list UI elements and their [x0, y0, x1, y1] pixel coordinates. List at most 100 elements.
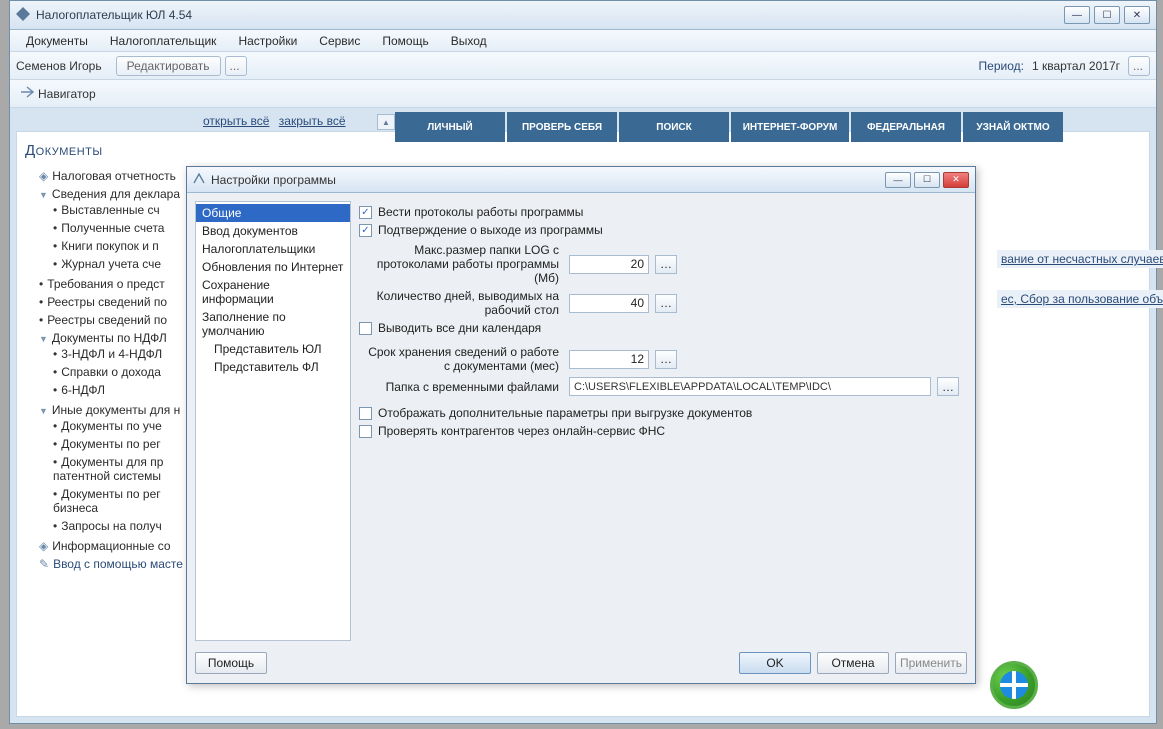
checkbox-protocol[interactable]: ✓	[359, 206, 372, 219]
menu-service[interactable]: Сервис	[309, 32, 370, 50]
category-defaults[interactable]: Заполнение по умолчанию	[196, 308, 350, 340]
dialog-minimize-button[interactable]: —	[885, 172, 911, 188]
period-picker-button[interactable]: ...	[1128, 56, 1150, 76]
close-button[interactable]: ✕	[1124, 6, 1150, 24]
tabs-scroll-up-button[interactable]: ▲	[377, 114, 395, 130]
tree-item[interactable]: ✎Ввод с помощью масте	[39, 555, 187, 573]
tree-item[interactable]: •3-НДФЛ и 4-НДФЛ	[53, 345, 187, 363]
checkbox-all-days[interactable]	[359, 322, 372, 335]
tree-item[interactable]: •6-НДФЛ	[53, 381, 187, 399]
label-extra-params: Отображать дополнительные параметры при …	[378, 406, 752, 420]
user-name: Семенов Игорь	[16, 59, 102, 73]
tree-item[interactable]: •Реестры сведений по	[39, 311, 187, 329]
minimize-button[interactable]: —	[1064, 6, 1090, 24]
menu-settings[interactable]: Настройки	[228, 32, 307, 50]
tab-federal[interactable]: ФЕДЕРАЛЬНАЯ	[851, 112, 961, 142]
label-all-days: Выводить все дни календаря	[378, 321, 541, 335]
spinner-months[interactable]: …	[655, 350, 677, 369]
brand-badge	[990, 661, 1038, 709]
background-row-2[interactable]: ес, Сбор за пользование объекта	[997, 290, 1163, 308]
period-value: 1 квартал 2017г	[1032, 59, 1120, 73]
menu-exit[interactable]: Выход	[441, 32, 497, 50]
close-all-link[interactable]: закрыть всё	[279, 114, 346, 128]
tree-item[interactable]: •Документы для пр патентной системы	[53, 453, 187, 485]
settings-form: ✓ Вести протоколы работы программы ✓ Под…	[359, 201, 967, 641]
cancel-button[interactable]: Отмена	[817, 652, 889, 674]
tree-item[interactable]: ◈Информационные со	[39, 537, 187, 555]
tree-item[interactable]: •Запросы на получ	[53, 517, 187, 535]
label-log-max: Макс.размер папки LOG с протоколами рабо…	[359, 243, 559, 285]
category-rep-fl[interactable]: Представитель ФЛ	[196, 358, 350, 376]
settings-dialog: Настройки программы — ☐ ✕ Общие Ввод док…	[186, 166, 976, 684]
period-label: Период:	[979, 59, 1024, 73]
tree-item[interactable]: ▼Сведения для деклара •Выставленные сч •…	[39, 185, 187, 275]
tree-item[interactable]: •Документы по рег бизнеса	[53, 485, 187, 517]
input-days[interactable]: 40	[569, 294, 649, 313]
maximize-button[interactable]: ☐	[1094, 6, 1120, 24]
sidebar-title: Документы	[25, 142, 187, 159]
browse-temp-button[interactable]: …	[937, 377, 959, 396]
menu-help[interactable]: Помощь	[372, 32, 438, 50]
category-general[interactable]: Общие	[196, 204, 350, 222]
tree-item[interactable]: ▼Иные документы для н •Документы по уче …	[39, 401, 187, 537]
navigator-label: Навигатор	[38, 87, 96, 101]
checkbox-extra-params[interactable]	[359, 407, 372, 420]
tab-personal[interactable]: ЛИЧНЫЙ	[395, 112, 505, 142]
documents-sidebar: Документы ◈Налоговая отчетность ▼Сведени…	[17, 132, 195, 583]
dialog-icon	[193, 172, 205, 187]
tab-search[interactable]: ПОИСК	[619, 112, 729, 142]
ok-button[interactable]: OK	[739, 652, 811, 674]
tree-item[interactable]: •Реестры сведений по	[39, 293, 187, 311]
label-months: Срок хранения сведений о работе с докуме…	[359, 345, 559, 373]
spinner-log-max[interactable]: …	[655, 255, 677, 274]
dialog-title: Настройки программы	[211, 173, 882, 187]
input-months[interactable]: 12	[569, 350, 649, 369]
tree-item[interactable]: •Журнал учета сче	[53, 255, 187, 273]
apply-button[interactable]: Применить	[895, 652, 967, 674]
tab-check[interactable]: ПРОВЕРЬ СЕБЯ	[507, 112, 617, 142]
tab-forum[interactable]: ИНТЕРНЕТ-ФОРУМ	[731, 112, 849, 142]
open-all-link[interactable]: открыть всё	[203, 114, 269, 128]
category-updates[interactable]: Обновления по Интернет	[196, 258, 350, 276]
menu-taxpayer[interactable]: Налогоплательщик	[100, 32, 227, 50]
menubar: Документы Налогоплательщик Настройки Сер…	[10, 30, 1156, 52]
tree-item[interactable]: •Книги покупок и п	[53, 237, 187, 255]
tree-item[interactable]: •Документы по уче	[53, 417, 187, 435]
tab-oktmo[interactable]: УЗНАЙ ОКТМО	[963, 112, 1063, 142]
background-row-1[interactable]: вание от несчастных случаев на	[997, 250, 1163, 268]
dialog-close-button[interactable]: ✕	[943, 172, 969, 188]
tree-item[interactable]: •Выставленные сч	[53, 201, 187, 219]
input-log-max[interactable]: 20	[569, 255, 649, 274]
tree-item[interactable]: •Документы по рег	[53, 435, 187, 453]
user-toolbar: Семенов Игорь Редактировать ... Период: …	[10, 52, 1156, 80]
label-fns-check: Проверять контрагентов через онлайн-серв…	[378, 424, 665, 438]
tree-item[interactable]: •Требования о предст	[39, 275, 187, 293]
edit-button[interactable]: Редактировать	[116, 56, 221, 76]
checkbox-confirm-exit[interactable]: ✓	[359, 224, 372, 237]
category-rep-ul[interactable]: Представитель ЮЛ	[196, 340, 350, 358]
tree-item[interactable]: •Полученные счета	[53, 219, 187, 237]
navigator-icon	[20, 86, 34, 101]
help-button[interactable]: Помощь	[195, 652, 267, 674]
edit-more-button[interactable]: ...	[225, 56, 247, 76]
label-confirm-exit: Подтверждение о выходе из программы	[378, 223, 603, 237]
tree-item[interactable]: •Справки о дохода	[53, 363, 187, 381]
navigator-bar: Навигатор	[10, 80, 1156, 108]
dialog-maximize-button[interactable]: ☐	[914, 172, 940, 188]
label-temp: Папка с временными файлами	[359, 380, 559, 394]
dialog-titlebar: Настройки программы — ☐ ✕	[187, 167, 975, 193]
app-icon	[16, 7, 30, 24]
menu-documents[interactable]: Документы	[16, 32, 98, 50]
category-input[interactable]: Ввод документов	[196, 222, 350, 240]
main-titlebar: Налогоплательщик ЮЛ 4.54 — ☐ ✕	[10, 1, 1156, 30]
label-days: Количество дней, выводимых на рабочий ст…	[359, 289, 559, 317]
tree-item[interactable]: ◈Налоговая отчетность	[39, 167, 187, 185]
tree-item[interactable]: ▼Документы по НДФЛ •3-НДФЛ и 4-НДФЛ •Спр…	[39, 329, 187, 401]
tab-strip: ЛИЧНЫЙ ПРОВЕРЬ СЕБЯ ПОИСК ИНТЕРНЕТ-ФОРУМ…	[395, 112, 1063, 142]
settings-category-list: Общие Ввод документов Налогоплательщики …	[195, 201, 351, 641]
category-taxpayers[interactable]: Налогоплательщики	[196, 240, 350, 258]
checkbox-fns-check[interactable]	[359, 425, 372, 438]
input-temp-path[interactable]: C:\USERS\FLEXIBLE\APPDATA\LOCAL\TEMP\IDC…	[569, 377, 931, 396]
spinner-days[interactable]: …	[655, 294, 677, 313]
category-save[interactable]: Сохранение информации	[196, 276, 350, 308]
